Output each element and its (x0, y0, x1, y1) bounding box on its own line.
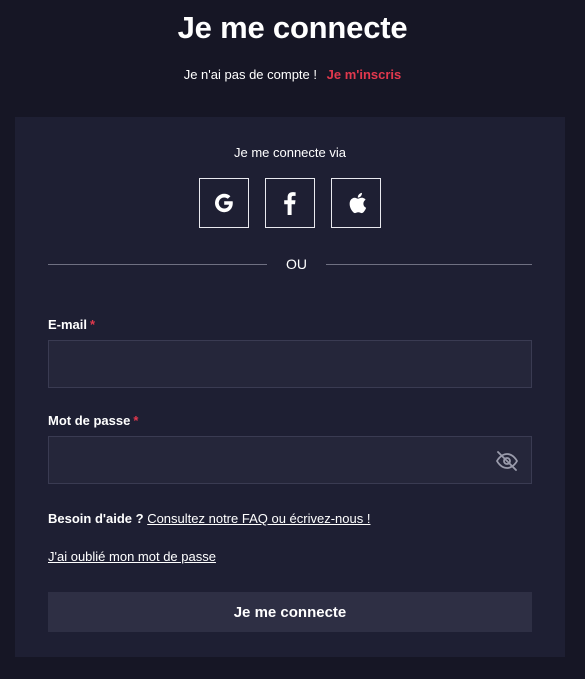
eye-off-icon[interactable] (495, 449, 519, 473)
password-label-text: Mot de passe (48, 413, 131, 428)
email-field-wrapper (48, 340, 532, 388)
google-login-button[interactable] (199, 178, 249, 228)
password-label: Mot de passe * (48, 413, 138, 428)
apple-icon (349, 192, 367, 214)
social-login-heading: Je me connecte via (233, 145, 346, 160)
email-label-text: E-mail (48, 317, 88, 332)
forgot-password-link[interactable]: J'ai oublié mon mot de passe (48, 549, 216, 564)
divider-line-left (48, 264, 267, 265)
divider-line-right (326, 264, 532, 265)
signup-prompt: Je n'ai pas de compte ! Je m'inscris (0, 67, 585, 82)
login-submit-button[interactable]: Je me connecte (48, 592, 532, 632)
login-card: Je me connecte via OU E-mail * Mot de pa… (15, 117, 565, 657)
facebook-login-button[interactable] (265, 178, 315, 228)
password-field-wrapper (48, 436, 532, 484)
help-prefix: Besoin d'aide ? (48, 511, 144, 526)
password-field[interactable] (49, 437, 531, 483)
signup-link[interactable]: Je m'inscris (327, 67, 402, 82)
facebook-icon (284, 192, 296, 215)
or-text: OU (286, 256, 307, 272)
or-divider: OU (48, 256, 532, 272)
page-title: Je me connecte (177, 10, 408, 45)
login-page: Je me connecte Je n'ai pas de compte ! J… (0, 0, 585, 679)
required-mark: * (133, 413, 139, 428)
email-field[interactable] (49, 341, 531, 387)
help-text: Besoin d'aide ? Consultez notre FAQ ou é… (48, 511, 370, 526)
faq-link[interactable]: Consultez notre FAQ ou écrivez-nous ! (147, 511, 370, 526)
no-account-text: Je n'ai pas de compte ! (183, 67, 318, 82)
google-icon (214, 193, 233, 213)
required-mark: * (90, 317, 96, 332)
apple-login-button[interactable] (331, 178, 381, 228)
forgot-password: J'ai oublié mon mot de passe (48, 549, 216, 564)
social-buttons (199, 178, 381, 228)
email-label: E-mail * (48, 317, 95, 332)
